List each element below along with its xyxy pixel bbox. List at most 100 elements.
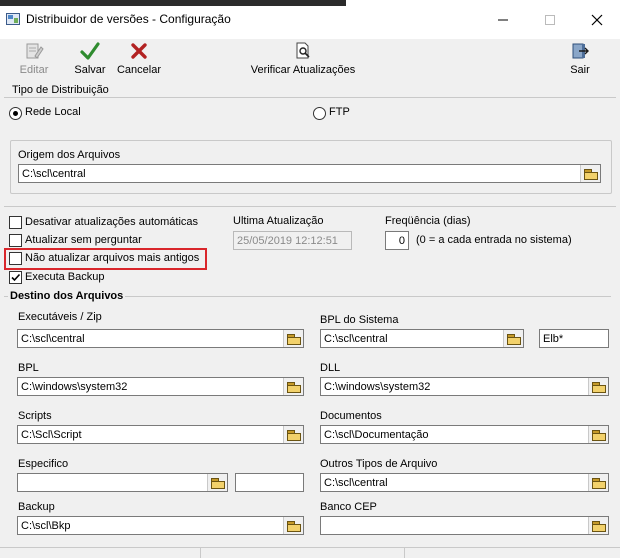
check-updates-label: Verificar Atualizações <box>250 64 356 76</box>
folder-icon <box>592 520 606 532</box>
minimize-button[interactable] <box>480 8 526 32</box>
save-button[interactable]: Salvar <box>72 41 108 76</box>
radio-rede-local[interactable] <box>9 107 22 120</box>
edit-label: Editar <box>19 64 49 76</box>
window-title: Distribuidor de versões - Configuração <box>26 12 231 26</box>
folder-icon <box>592 477 606 489</box>
status-bar <box>0 547 620 558</box>
scripts-field[interactable]: C:\Scl\Script <box>17 425 304 444</box>
bpl-label: BPL <box>18 362 39 374</box>
destination-group-title: Destino dos Arquivos <box>8 290 126 302</box>
folder-icon <box>507 333 521 345</box>
outros-label: Outros Tipos de Arquivo <box>320 458 438 470</box>
checkbox-nao-atualizar-label: Não atualizar arquivos mais antigos <box>25 252 200 264</box>
x-icon <box>131 43 147 59</box>
radio-ftp[interactable] <box>313 107 326 120</box>
dll-value: C:\windows\system32 <box>324 381 431 393</box>
banco-cep-label: Banco CEP <box>320 501 377 513</box>
frequency-value: 0 <box>398 235 405 247</box>
banco-cep-browse-button[interactable] <box>588 517 608 534</box>
folder-icon <box>584 168 598 180</box>
close-button[interactable] <box>574 8 620 32</box>
folder-icon <box>287 429 301 441</box>
close-icon <box>591 14 603 26</box>
outros-browse-button[interactable] <box>588 474 608 491</box>
folder-icon <box>287 520 301 532</box>
backup-label: Backup <box>18 501 55 513</box>
maximize-icon <box>545 15 555 25</box>
maximize-button[interactable] <box>527 8 573 32</box>
executaveis-value: C:\scl\central <box>21 333 85 345</box>
bpl-field[interactable]: C:\windows\system32 <box>17 377 304 396</box>
checkbox-executa-backup[interactable] <box>9 271 22 284</box>
check-updates-button[interactable]: Verificar Atualizações <box>250 41 356 76</box>
edit-button[interactable]: Editar <box>16 41 52 76</box>
banco-cep-field[interactable] <box>320 516 609 535</box>
origin-label: Origem dos Arquivos <box>18 149 121 161</box>
minimize-icon <box>498 19 508 21</box>
options-separator <box>4 206 616 207</box>
dll-browse-button[interactable] <box>588 378 608 395</box>
executaveis-label: Executáveis / Zip <box>18 311 102 323</box>
checkbox-sem-perguntar[interactable] <box>9 234 22 247</box>
especifico-label: Especifico <box>18 458 69 470</box>
bpl-sistema-label: BPL do Sistema <box>320 314 399 326</box>
checkbox-desativar[interactable] <box>9 216 22 229</box>
document-search-icon <box>296 42 310 59</box>
checkbox-executa-backup-label: Executa Backup <box>25 271 105 283</box>
distribution-group-line <box>4 97 616 98</box>
documentos-value: C:\scl\Documentação <box>324 429 429 441</box>
backup-value: C:\scl\Bkp <box>21 520 71 532</box>
executaveis-field[interactable]: C:\scl\central <box>17 329 304 348</box>
top-strip <box>0 0 620 6</box>
especifico-extra-field[interactable] <box>235 473 304 492</box>
documentos-label: Documentos <box>320 410 382 422</box>
especifico-browse-button[interactable] <box>207 474 227 491</box>
bpl-sistema-browse-button[interactable] <box>503 330 523 347</box>
exit-button[interactable]: Sair <box>566 41 594 76</box>
folder-icon <box>592 381 606 393</box>
origin-field[interactable]: C:\scl\central <box>18 164 601 183</box>
origin-browse-button[interactable] <box>580 165 600 182</box>
last-update-value: 25/05/2019 12:12:51 <box>237 235 338 247</box>
backup-field[interactable]: C:\scl\Bkp <box>17 516 304 535</box>
scripts-browse-button[interactable] <box>283 426 303 443</box>
outros-field[interactable]: C:\scl\central <box>320 473 609 492</box>
frequency-hint: (0 = a cada entrada no sistema) <box>416 234 572 246</box>
executaveis-browse-button[interactable] <box>283 330 303 347</box>
edit-icon <box>26 43 44 59</box>
cancel-label: Cancelar <box>116 64 162 76</box>
last-update-field: 25/05/2019 12:12:51 <box>233 231 352 250</box>
last-update-label: Ultima Atualização <box>233 215 324 227</box>
bpl-sistema-mask-field[interactable]: Elb* <box>539 329 609 348</box>
exit-label: Sair <box>570 64 590 76</box>
checkbox-nao-atualizar[interactable] <box>9 252 22 265</box>
radio-ftp-label: FTP <box>329 106 350 118</box>
frequency-field[interactable]: 0 <box>385 231 409 250</box>
scripts-value: C:\Scl\Script <box>21 429 82 441</box>
origin-value: C:\scl\central <box>22 168 86 180</box>
checkbox-sem-perguntar-label: Atualizar sem perguntar <box>25 234 142 246</box>
folder-icon <box>211 477 225 489</box>
folder-icon <box>287 381 301 393</box>
cancel-button[interactable]: Cancelar <box>116 41 162 76</box>
backup-browse-button[interactable] <box>283 517 303 534</box>
folder-icon <box>287 333 301 345</box>
bpl-sistema-field[interactable]: C:\scl\central <box>320 329 524 348</box>
bpl-browse-button[interactable] <box>283 378 303 395</box>
documentos-field[interactable]: C:\scl\Documentação <box>320 425 609 444</box>
scripts-label: Scripts <box>18 410 52 422</box>
documentos-browse-button[interactable] <box>588 426 608 443</box>
exit-door-icon <box>572 43 589 59</box>
app-icon <box>6 13 20 25</box>
folder-icon <box>592 429 606 441</box>
dll-field[interactable]: C:\windows\system32 <box>320 377 609 396</box>
dll-label: DLL <box>320 362 341 374</box>
save-label: Salvar <box>74 64 106 76</box>
bpl-sistema-mask-value: Elb* <box>543 333 564 345</box>
bpl-value: C:\windows\system32 <box>21 381 128 393</box>
outros-value: C:\scl\central <box>324 477 388 489</box>
check-icon <box>80 42 100 60</box>
distribution-group-title: Tipo de Distribuição <box>10 84 111 96</box>
especifico-field[interactable] <box>17 473 228 492</box>
